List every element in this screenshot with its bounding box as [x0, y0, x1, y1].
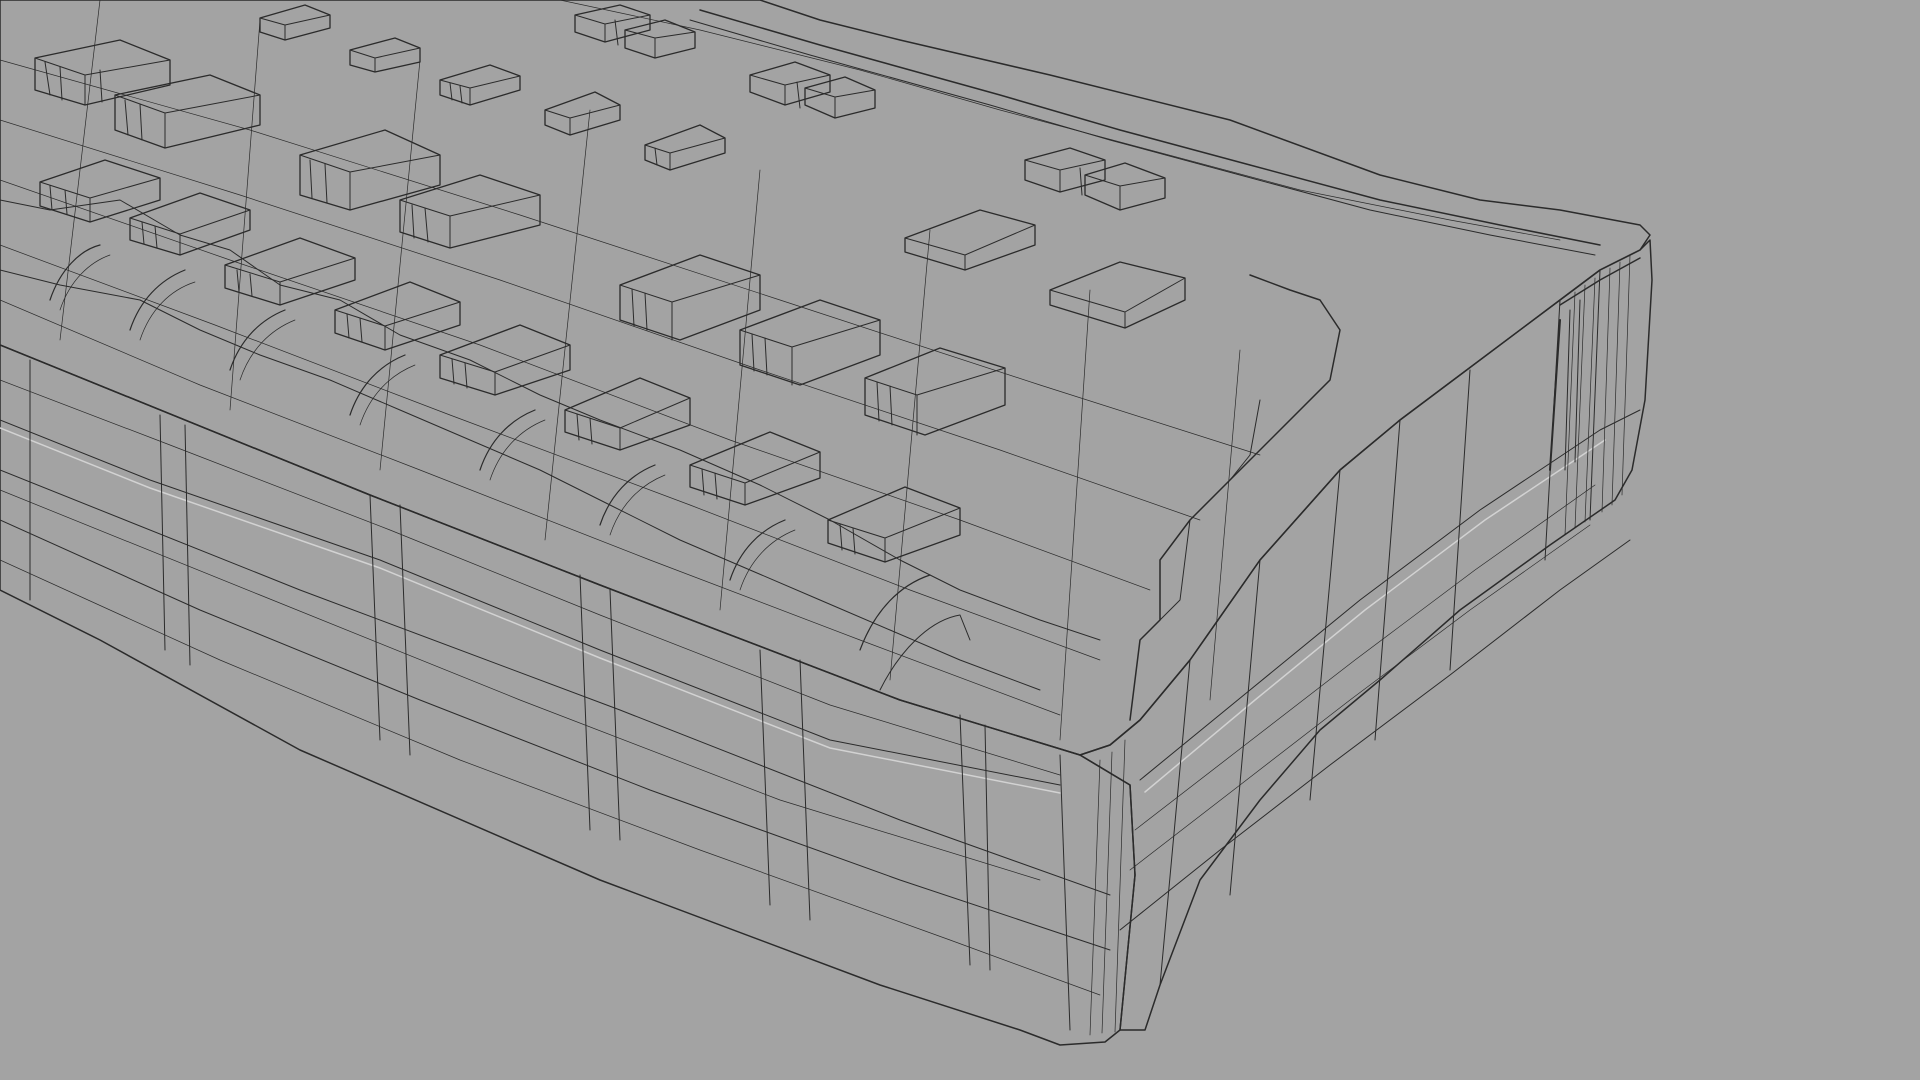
keycap	[739, 299, 881, 386]
right-corner-detail	[1129, 257, 1641, 721]
keycap	[399, 174, 541, 249]
3d-viewport[interactable]	[0, 0, 1920, 1080]
keyboard-right-face	[1079, 239, 1653, 1031]
keycap	[804, 76, 876, 119]
keycap	[544, 91, 621, 136]
keycap	[624, 19, 696, 59]
keycap	[439, 64, 521, 106]
keycaps	[34, 4, 1186, 563]
keycap	[114, 74, 261, 149]
keycap	[1049, 261, 1186, 329]
keyboard-body	[0, 0, 1653, 1046]
keycap	[224, 237, 356, 306]
keycap	[564, 377, 691, 451]
front-row-profiles	[49, 244, 971, 691]
keycap	[619, 254, 761, 341]
keycap	[349, 37, 421, 73]
keycap	[299, 129, 441, 211]
keyboard-front-face	[0, 344, 1136, 1046]
keycap	[1024, 147, 1106, 196]
keycap	[644, 124, 726, 171]
keycap	[827, 486, 961, 563]
keycap	[129, 192, 251, 256]
keycap	[864, 347, 1006, 436]
keyboard-wireframe-model[interactable]	[0, 0, 1920, 1080]
keycap	[904, 209, 1036, 271]
keycap	[34, 39, 171, 106]
keycap	[689, 431, 821, 506]
keycap	[1084, 162, 1166, 211]
keycap	[439, 324, 571, 396]
keycap	[259, 4, 331, 41]
